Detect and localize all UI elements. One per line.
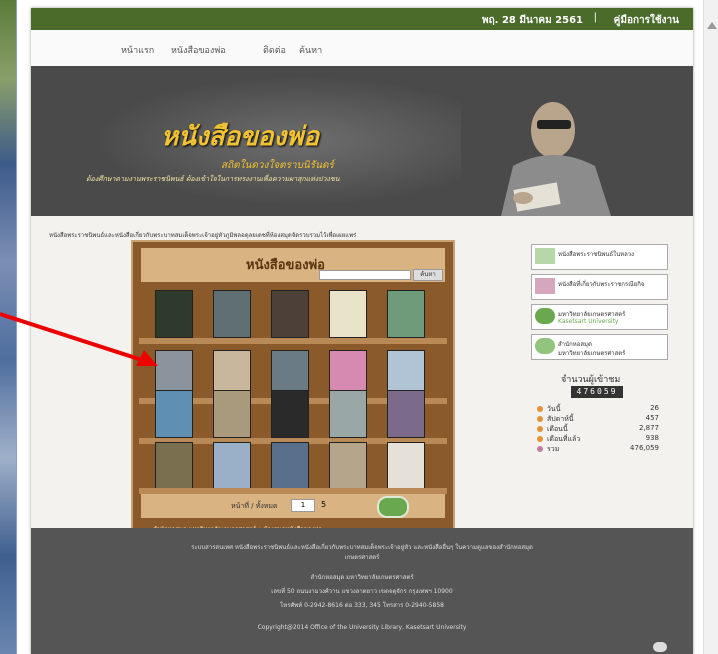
book-cover[interactable]	[271, 442, 309, 490]
book-cover[interactable]	[213, 442, 251, 490]
page-footer: ระบบสารสนเทศ หนังสือพระราชนิพนธ์และหนังส…	[31, 528, 693, 654]
banner-tagline: ต้องศึกษาตามงานพระราชนิพนธ์ ต้องเข้าใจใน…	[86, 175, 340, 183]
main-navigation: หน้าแรก หนังสือของพ่อ ติดต่อ ค้นหา	[31, 30, 693, 66]
book-cover[interactable]	[213, 290, 251, 338]
book-cover[interactable]	[271, 390, 309, 438]
bookshelf-search-button[interactable]: ค้นหา	[413, 269, 443, 281]
bookshelf-search-input[interactable]	[319, 270, 411, 280]
sidebar-link-royal-works[interactable]: หนังสือที่เกี่ยวกับพระราชกรณียกิจ	[531, 274, 668, 300]
stat-dot-icon	[537, 446, 543, 452]
stat-value: 2,877	[638, 424, 659, 432]
stat-dot-icon	[537, 416, 543, 422]
library-seal-icon	[535, 338, 555, 354]
page-number-input[interactable]: 1	[291, 499, 315, 512]
browser-window: พฤ. 28 มีนาคม 2561 | คู่มือการใช้งาน หน้…	[16, 0, 718, 654]
current-date: พฤ. 28 มีนาคม 2561	[482, 15, 583, 26]
book-cover[interactable]	[387, 390, 425, 438]
vertical-scrollbar[interactable]	[703, 0, 718, 654]
book-cover[interactable]	[387, 290, 425, 338]
top-bar: พฤ. 28 มีนาคม 2561 | คู่มือการใช้งาน	[31, 8, 693, 30]
stat-value: 457	[645, 414, 659, 422]
stat-value: 476,059	[630, 444, 659, 452]
visitor-counter: 476059	[571, 386, 623, 398]
right-sidebar: หนังสือพระราชนิพนธ์ในหลวง หนังสือที่เกี่…	[521, 230, 681, 520]
manual-link[interactable]: คู่มือการใช้งาน	[614, 13, 679, 28]
book-cover[interactable]	[271, 290, 309, 338]
pager-label: หน้าที่ / ทั้งหมด	[231, 502, 278, 510]
nav-item-fathers-books[interactable]: หนังสือของพ่อ	[171, 43, 226, 57]
sidebar-link-kasetsart[interactable]: มหาวิทยาลัยเกษตรศาสตร์ Kasetsart Univers…	[531, 304, 668, 330]
king-portrait-image	[461, 82, 661, 216]
back-to-top-icon[interactable]	[653, 642, 667, 652]
book-cover[interactable]	[155, 390, 193, 438]
banner-subtitle: สถิตในดวงใจตราบนิรันดร์	[221, 160, 334, 171]
stat-week: สัปดาห์นี้ 457	[537, 414, 667, 424]
footer-line-4: เลขที่ 50 ถนนงามวงศ์วาน แขวงลาดยาว เขตจต…	[271, 588, 453, 595]
stat-value: 938	[645, 434, 659, 442]
book-cover[interactable]	[213, 390, 251, 438]
go-button[interactable]	[377, 496, 409, 518]
book-icon	[535, 278, 555, 294]
scrolling-announcement[interactable]: หนังสือพระราชนิพนธ์และหนังสือเกี่ยวกับพร…	[49, 230, 519, 240]
sidebar-link-label: หนังสือพระราชนิพนธ์ในหลวง	[558, 251, 635, 258]
desktop-background-strip	[0, 0, 16, 654]
bookshelf-title: หนังสือของพ่อ	[246, 258, 325, 273]
footer-copyright: Copyright@2014 Office of the University …	[257, 624, 467, 631]
book-cover[interactable]	[329, 390, 367, 438]
book-cover[interactable]	[329, 290, 367, 338]
nav-item-home[interactable]: หน้าแรก	[121, 43, 154, 57]
bookshelf-header: หนังสือของพ่อ ค้นหา	[141, 248, 445, 282]
stat-month: เดือนนี้ 2,877	[537, 424, 667, 434]
book-cover[interactable]	[155, 442, 193, 490]
bookshelf-pager: หน้าที่ / ทั้งหมด 1 5	[141, 494, 445, 518]
book-cover[interactable]	[387, 442, 425, 490]
scroll-up-icon[interactable]	[707, 22, 717, 29]
banner-title: หนังสือของพ่อ	[161, 122, 319, 152]
shelf-row-4	[143, 438, 443, 490]
shelf-row-1	[143, 286, 443, 338]
stat-dot-icon	[537, 426, 543, 432]
stat-total: รวม 476,059	[537, 444, 667, 454]
pager-total: 5	[321, 500, 327, 509]
shelf-plank	[139, 338, 447, 344]
book-cover[interactable]	[329, 442, 367, 490]
footer-line-2: เกษตรศาสตร์	[344, 554, 380, 561]
footer-line-3: สำนักหอสมุด มหาวิทยาลัยเกษตรศาสตร์	[310, 574, 414, 581]
header-banner: หนังสือของพ่อ สถิตในดวงใจตราบนิรันดร์ ต้…	[31, 66, 693, 216]
topbar-separator: |	[593, 12, 597, 23]
leaf-icon	[535, 248, 555, 264]
sidebar-link-label: หนังสือที่เกี่ยวกับพระราชกรณียกิจ	[558, 281, 645, 288]
nav-item-search[interactable]: ค้นหา	[299, 43, 322, 57]
stat-label: รวม	[547, 445, 560, 453]
footer-line-5: โทรศัพท์ 0-2942-8616 ต่อ 333, 345 โทรสาร…	[280, 602, 444, 609]
stat-today: วันนี้ 26	[537, 404, 667, 414]
sidebar-link-royal-writings[interactable]: หนังสือพระราชนิพนธ์ในหลวง	[531, 244, 668, 270]
university-seal-icon	[535, 308, 555, 324]
stat-dot-icon	[537, 436, 543, 442]
sidebar-link-sublabel: Kasetsart University	[558, 318, 619, 325]
web-page: พฤ. 28 มีนาคม 2561 | คู่มือการใช้งาน หน้…	[31, 8, 693, 654]
stat-last-month: เดือนที่แล้ว 938	[537, 434, 667, 444]
bookshelf-widget: หนังสือของพ่อ ค้นหา หน้าที่ / ทั้งหมด 1 …	[131, 240, 455, 544]
shelf-row-3	[143, 386, 443, 438]
visitor-count-title: จำนวนผู้เข้าชม	[561, 375, 621, 385]
nav-item-contact[interactable]: ติดต่อ	[263, 43, 286, 57]
sidebar-link-library[interactable]: สำนักหอสมุด มหาวิทยาลัยเกษตรศาสตร์	[531, 334, 668, 360]
footer-line-1: ระบบสารสนเทศ หนังสือพระราชนิพนธ์และหนังส…	[191, 544, 533, 551]
stat-value: 26	[650, 404, 659, 412]
stat-dot-icon	[537, 406, 543, 412]
book-cover[interactable]	[155, 290, 193, 338]
sidebar-link-sublabel: มหาวิทยาลัยเกษตรศาสตร์	[558, 350, 626, 357]
